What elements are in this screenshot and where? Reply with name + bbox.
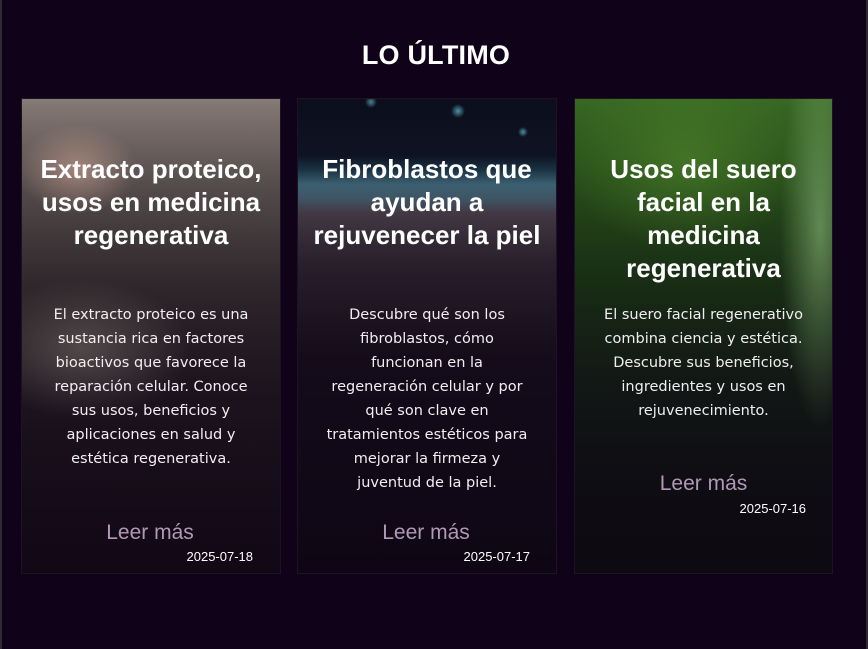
post-title[interactable]: Fibroblastos que ayudan a rejuvenecer la… bbox=[306, 153, 548, 252]
read-more-link[interactable]: Leer más bbox=[575, 472, 832, 496]
post-excerpt: El extracto proteico es una sustancia ri… bbox=[53, 307, 249, 467]
post-date: 2025-07-16 bbox=[739, 501, 807, 516]
post-excerpt: Descubre qué son los fibroblastos, cómo … bbox=[326, 307, 528, 491]
post-excerpt: El suero facial regenerativo combina cie… bbox=[604, 307, 803, 419]
post-date: 2025-07-17 bbox=[463, 549, 531, 564]
post-card[interactable]: Extracto proteico, usos en medicina rege… bbox=[21, 98, 281, 574]
section-footer-space bbox=[2, 575, 868, 649]
read-more-link[interactable]: Leer más bbox=[22, 521, 280, 545]
post-date: 2025-07-18 bbox=[186, 549, 254, 564]
latest-posts-section: LO ÚLTIMO Extracto proteico, usos en med… bbox=[0, 0, 868, 649]
post-title[interactable]: Extracto proteico, usos en medicina rege… bbox=[30, 153, 272, 252]
read-more-link[interactable]: Leer más bbox=[298, 521, 556, 545]
post-card[interactable]: Fibroblastos que ayudan a rejuvenecer la… bbox=[297, 98, 557, 574]
post-card[interactable]: Usos del suero facial en la medicina reg… bbox=[574, 98, 833, 574]
post-title[interactable]: Usos del suero facial en la medicina reg… bbox=[583, 153, 824, 285]
section-title: LO ÚLTIMO bbox=[361, 40, 511, 70]
